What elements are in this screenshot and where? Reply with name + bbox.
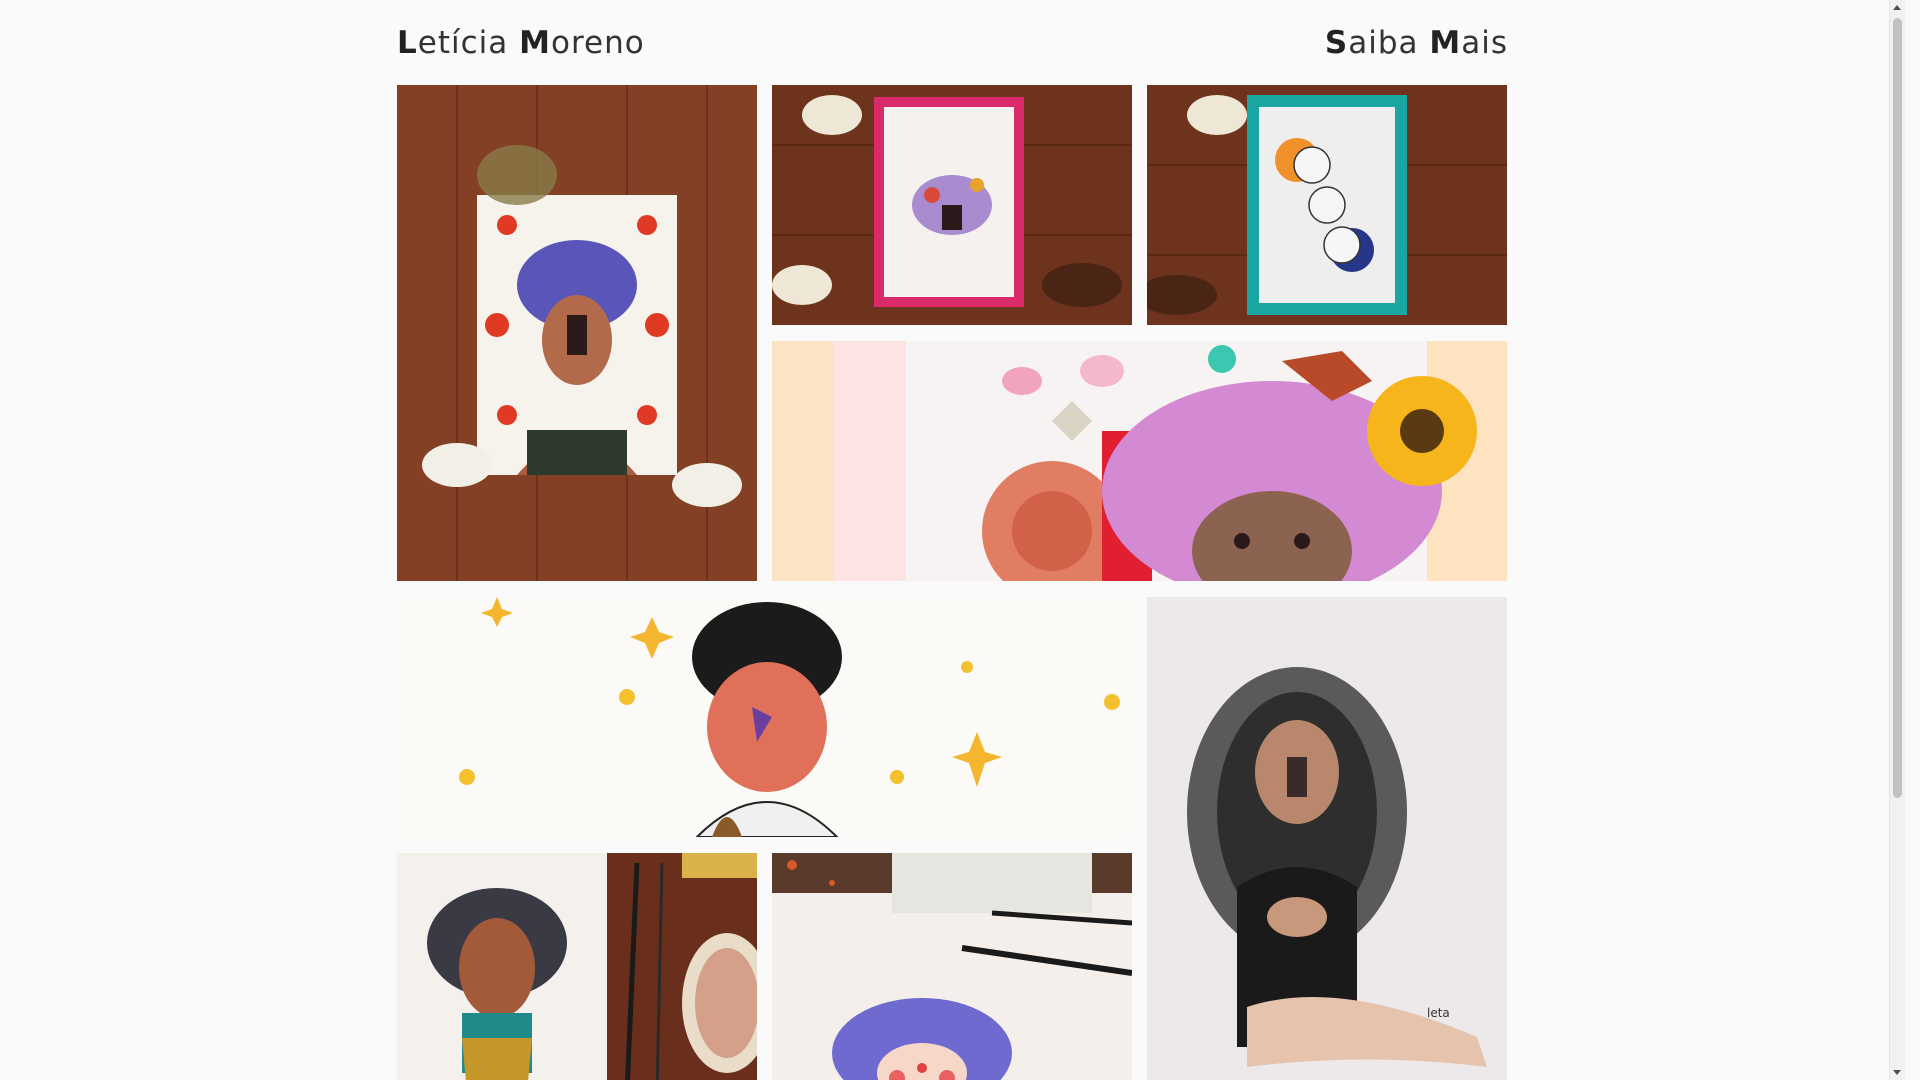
- gallery-tile[interactable]: [397, 597, 1132, 837]
- site-header: Letícia Moreno Saiba Mais: [397, 20, 1508, 66]
- link-text: aiba: [1348, 25, 1430, 61]
- brand-initial: M: [519, 25, 551, 61]
- brand-text: etícia: [417, 25, 520, 61]
- gallery-tile[interactable]: [772, 853, 1132, 1080]
- gallery-tile[interactable]: leta: [1147, 597, 1507, 1080]
- link-initial: M: [1429, 25, 1462, 61]
- artwork-image: [772, 853, 1132, 1080]
- artwork-image: [1147, 85, 1507, 325]
- scroll-down-arrow-icon[interactable]: [1893, 1070, 1901, 1075]
- page: Letícia Moreno Saiba Mais leta: [0, 0, 1905, 1080]
- gallery-tile[interactable]: [1147, 85, 1507, 325]
- link-text: ais: [1461, 25, 1508, 61]
- artwork-image: [397, 597, 1132, 837]
- vertical-scrollbar[interactable]: [1889, 0, 1905, 1080]
- artwork-image: [772, 341, 1507, 581]
- scroll-up-arrow-icon[interactable]: [1893, 5, 1901, 10]
- link-initial: S: [1324, 25, 1349, 61]
- brand-text: oreno: [550, 25, 645, 61]
- brand-initial: L: [397, 25, 418, 61]
- svg-text:leta: leta: [1427, 1006, 1450, 1020]
- scrollbar-thumb[interactable]: [1893, 18, 1902, 798]
- gallery-tile[interactable]: [397, 85, 757, 581]
- artwork-image: leta: [1147, 597, 1507, 1080]
- gallery-tile[interactable]: [772, 341, 1507, 581]
- artwork-image: [397, 85, 757, 581]
- artwork-image: [397, 853, 757, 1080]
- gallery-tile[interactable]: [397, 853, 757, 1080]
- gallery-tile[interactable]: [772, 85, 1132, 325]
- brand-name[interactable]: Letícia Moreno: [397, 25, 645, 61]
- artwork-image: [772, 85, 1132, 325]
- saiba-mais-link[interactable]: Saiba Mais: [1325, 25, 1508, 61]
